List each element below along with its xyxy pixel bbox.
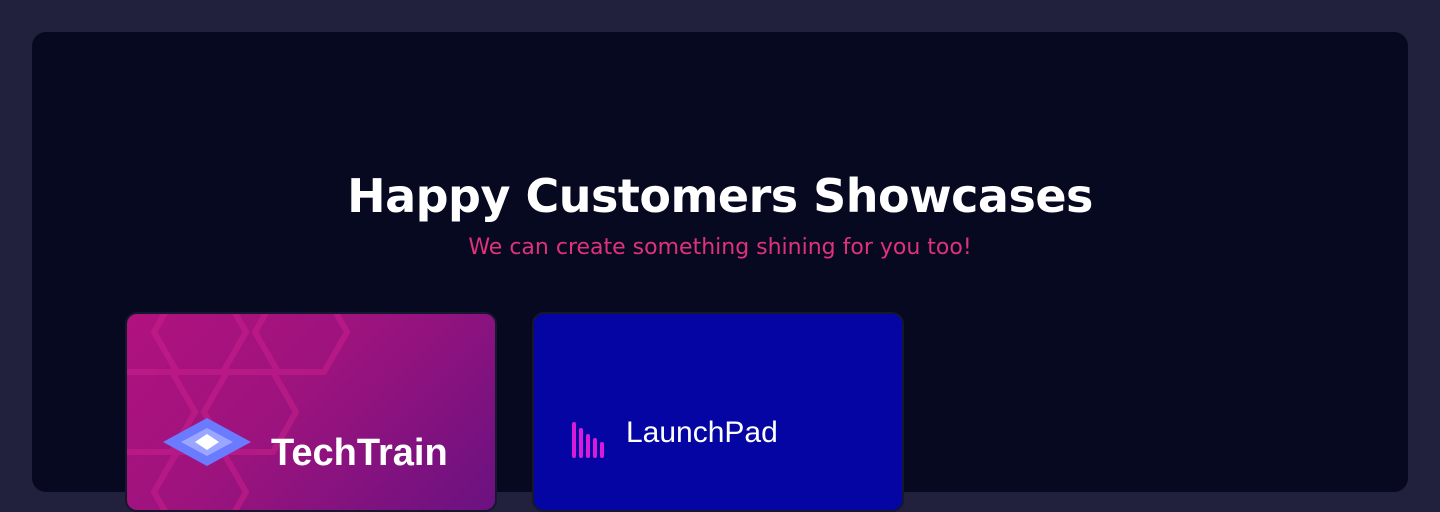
bars-logo-icon <box>572 422 604 458</box>
showcase-card-techtrain[interactable]: TechTrain <box>125 312 497 512</box>
section-subtitle: We can create something shining for you … <box>468 235 972 260</box>
section-title: Happy Customers Showcases <box>347 169 1093 223</box>
showcases-panel: Happy Customers Showcases We can create … <box>32 32 1408 512</box>
hexagon-pattern <box>127 314 351 510</box>
showcase-name: TechTrain <box>271 432 448 474</box>
showcase-card-launchpad[interactable]: LaunchPad <box>532 312 904 512</box>
cube-logo-icon <box>163 418 251 466</box>
